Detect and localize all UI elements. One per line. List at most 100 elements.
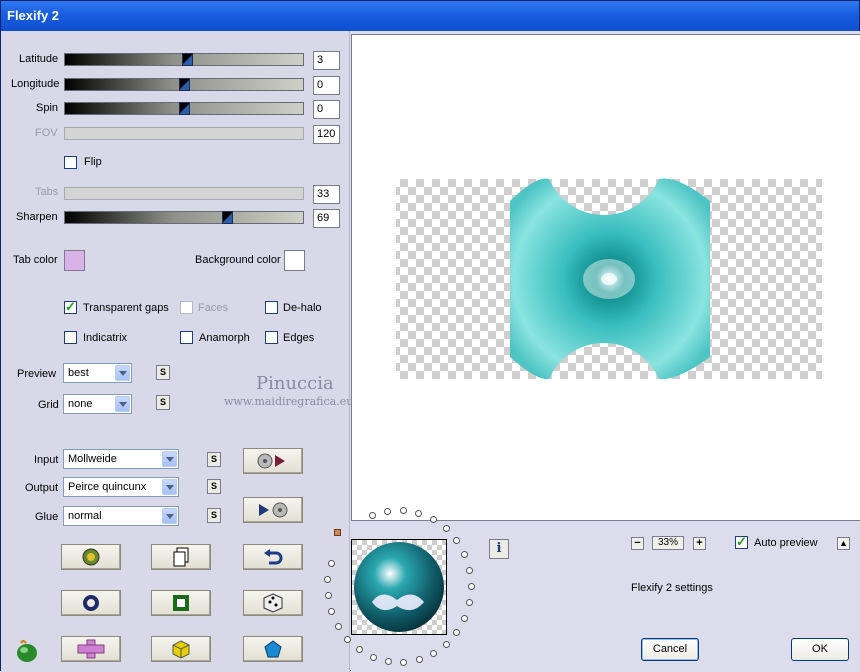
transparent-gaps-label: Transparent gaps xyxy=(83,302,169,314)
thumbnail-preview[interactable] xyxy=(351,539,447,635)
info-button[interactable]: i xyxy=(489,539,509,559)
de-halo-label: De-halo xyxy=(283,302,322,314)
cross-icon xyxy=(77,639,105,659)
tab-color-swatch[interactable] xyxy=(64,250,85,271)
navigator-dot[interactable] xyxy=(324,575,332,583)
auto-preview-label: Auto preview xyxy=(754,537,818,549)
glue-select[interactable]: normal xyxy=(63,506,179,526)
input-projection-select[interactable]: Mollweide xyxy=(63,449,179,469)
check-mark-icon: ✓ xyxy=(736,534,747,549)
preview-quality-value: best xyxy=(68,367,89,379)
thumbnail-corner-handle[interactable] xyxy=(334,529,341,536)
glue-value: normal xyxy=(68,510,102,522)
frame-icon xyxy=(173,595,189,611)
tab-color-label: Tab color xyxy=(13,254,58,266)
navigator-dot[interactable] xyxy=(442,525,450,533)
transparent-gaps-checkbox[interactable]: ✓ xyxy=(64,299,77,314)
latitude-label: Latitude xyxy=(19,53,59,65)
latitude-slider-thumb[interactable] xyxy=(182,53,193,66)
flip-label: Flip xyxy=(84,156,102,168)
spin-value[interactable]: 0 xyxy=(313,100,340,119)
longitude-slider-thumb[interactable] xyxy=(179,78,190,91)
longitude-slider[interactable] xyxy=(64,78,304,91)
navigator-dot[interactable] xyxy=(324,591,332,599)
edges-checkbox[interactable] xyxy=(265,331,278,344)
tabs-value: 33 xyxy=(313,185,340,204)
cube-button[interactable] xyxy=(151,636,211,662)
sharpen-value[interactable]: 69 xyxy=(313,209,340,228)
output-projection-select[interactable]: Peirce quincunx xyxy=(63,477,179,497)
output-s-button[interactable]: S xyxy=(207,479,221,494)
pentagon-icon xyxy=(264,640,282,658)
random-dice-button[interactable] xyxy=(243,590,303,616)
chevron-down-icon[interactable] xyxy=(115,396,130,412)
faces-label: Faces xyxy=(198,302,228,314)
zoom-out-button[interactable]: − xyxy=(631,537,644,550)
chevron-down-icon[interactable] xyxy=(115,365,130,381)
frame-button[interactable] xyxy=(151,590,211,616)
chevron-down-icon[interactable] xyxy=(162,479,177,495)
sharpen-slider[interactable] xyxy=(64,211,304,224)
flip-checkbox[interactable] xyxy=(64,156,77,169)
de-halo-checkbox[interactable] xyxy=(265,301,278,314)
navigator-dot[interactable] xyxy=(467,582,475,590)
preview-input-button[interactable] xyxy=(243,448,303,474)
ok-button[interactable]: OK xyxy=(791,638,849,661)
grid-label: Grid xyxy=(38,399,59,411)
auto-preview-checkbox[interactable]: ✓ xyxy=(735,534,748,549)
edges-label: Edges xyxy=(283,332,315,344)
preview-quality-select[interactable]: best xyxy=(63,363,132,383)
navigator-dot[interactable] xyxy=(334,622,342,630)
flexify-dialog: Flexify 2 Latitude 3 Longitude 0 Spin 0 … xyxy=(0,0,860,672)
chevron-down-icon[interactable] xyxy=(162,508,177,524)
navigator-dot[interactable] xyxy=(327,559,335,567)
indicatrix-checkbox[interactable] xyxy=(64,331,77,344)
preview-s-button[interactable]: S xyxy=(156,365,170,380)
anamorph-label: Anamorph xyxy=(199,332,250,344)
longitude-value[interactable]: 0 xyxy=(313,76,340,95)
navigator-dot[interactable] xyxy=(415,656,423,664)
latitude-slider[interactable] xyxy=(64,53,304,66)
copy-button[interactable] xyxy=(151,544,211,570)
navigator-dot[interactable] xyxy=(384,658,392,666)
spin-slider[interactable] xyxy=(64,102,304,115)
collapse-button[interactable]: ▲ xyxy=(837,537,850,550)
cancel-button[interactable]: Cancel xyxy=(641,638,699,661)
randomize-button[interactable] xyxy=(61,544,121,570)
window-title: Flexify 2 xyxy=(7,8,60,23)
anamorph-checkbox[interactable] xyxy=(180,331,193,344)
grid-s-button[interactable]: S xyxy=(156,395,170,410)
ring-button[interactable] xyxy=(61,590,121,616)
navigator-dot[interactable] xyxy=(344,635,352,643)
undo-icon xyxy=(264,549,283,565)
navigator-dot[interactable] xyxy=(369,653,377,661)
title-bar[interactable]: Flexify 2 xyxy=(1,1,859,31)
navigator-dot[interactable] xyxy=(429,515,437,523)
fov-value: 120 xyxy=(313,125,340,144)
sharpen-slider-thumb[interactable] xyxy=(222,211,233,224)
check-mark-icon: ✓ xyxy=(65,299,76,314)
glue-s-button[interactable]: S xyxy=(207,508,221,523)
watermark-name: Pinuccia xyxy=(256,373,334,394)
indicatrix-label: Indicatrix xyxy=(83,332,128,344)
navigator-dot[interactable] xyxy=(466,566,474,574)
latitude-value[interactable]: 3 xyxy=(313,51,340,70)
pentagon-button[interactable] xyxy=(243,636,303,662)
navigator-dot[interactable] xyxy=(327,607,335,615)
preview-label: Preview xyxy=(17,368,57,380)
navigator-dot[interactable] xyxy=(442,640,450,648)
navigator-dot[interactable] xyxy=(430,649,438,657)
preview-output-button[interactable] xyxy=(243,497,303,523)
input-s-button[interactable]: S xyxy=(207,452,221,467)
background-color-swatch[interactable] xyxy=(284,250,305,271)
undo-button[interactable] xyxy=(243,544,303,570)
cross-button[interactable] xyxy=(61,636,121,662)
spin-slider-thumb[interactable] xyxy=(179,102,190,115)
grid-select[interactable]: none xyxy=(63,394,132,414)
settings-label: Flexify 2 settings xyxy=(631,582,713,594)
chevron-down-icon[interactable] xyxy=(162,451,177,467)
zoom-in-button[interactable]: + xyxy=(693,537,706,550)
globe-icon xyxy=(82,548,100,566)
preview-canvas[interactable] xyxy=(351,34,860,521)
input-projection-value: Mollweide xyxy=(68,453,117,465)
